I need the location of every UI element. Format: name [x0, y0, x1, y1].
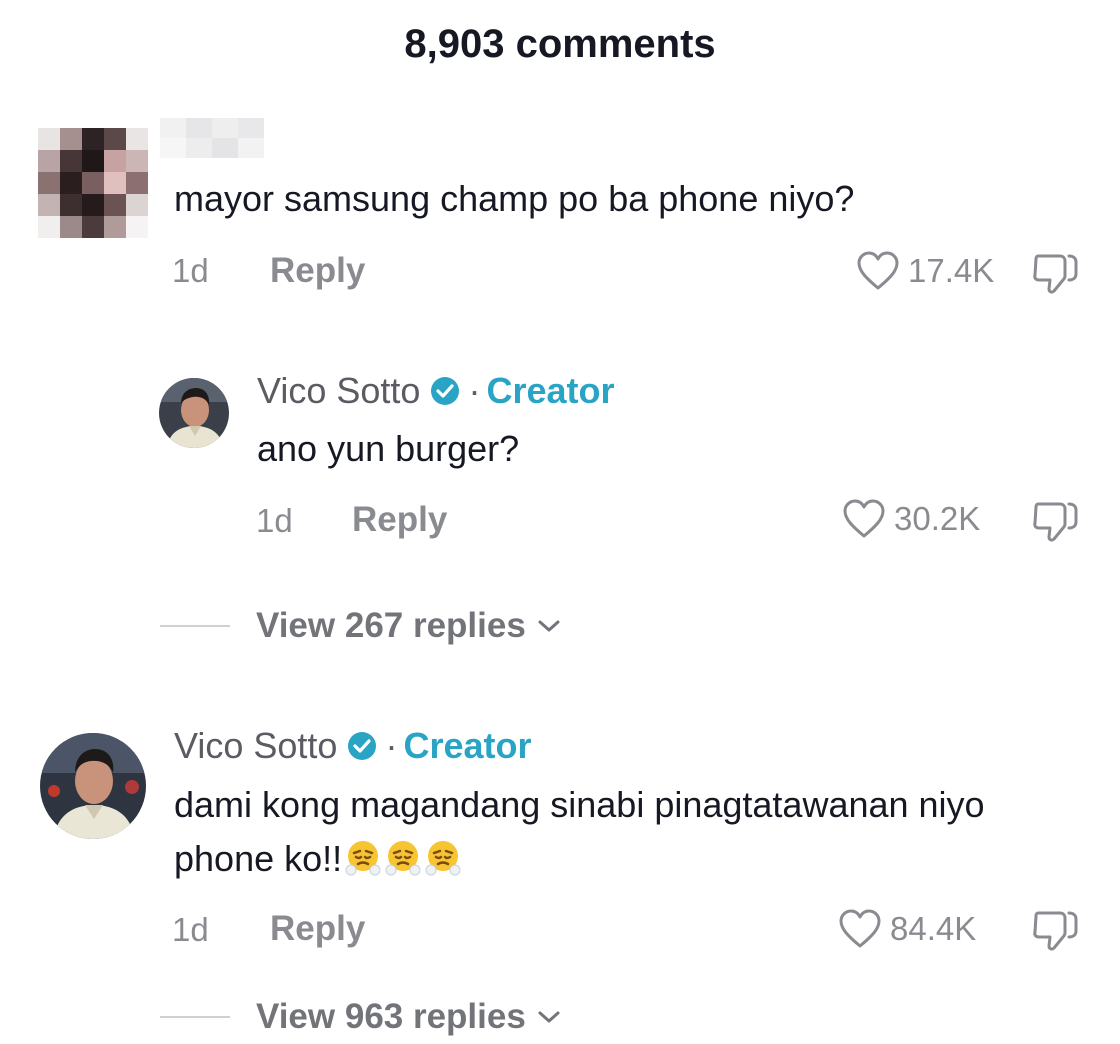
avatar[interactable]: [38, 128, 148, 238]
separator-dot: ·: [385, 725, 398, 766]
chevron-down-icon: [538, 1011, 560, 1023]
profile-photo: [40, 733, 146, 839]
like-count: 17.4K: [908, 252, 995, 289]
dislike-icon: [1033, 254, 1078, 294]
username[interactable]: Vico Sotto: [257, 370, 420, 412]
view-replies-label: View 267 replies: [256, 606, 526, 645]
username-row: Vico Sotto · Creator: [257, 370, 615, 412]
reply-button[interactable]: Reply: [270, 251, 365, 291]
separator-dot: ·: [468, 370, 481, 411]
blurred-username[interactable]: [160, 118, 264, 158]
divider-line: [160, 1016, 230, 1018]
dislike-button[interactable]: [1030, 250, 1080, 301]
comment-text-line: phone ko!!: [174, 838, 462, 880]
heart-icon: [843, 499, 885, 538]
verified-badge-icon: [431, 377, 460, 405]
comment-text: phone ko!!: [174, 838, 343, 879]
like-count: 30.2K: [894, 500, 981, 537]
creator-label: Creator: [403, 725, 532, 766]
like-count: 84.4K: [890, 910, 977, 947]
comment-time: 1d: [172, 911, 209, 948]
like-button[interactable]: 30.2K: [842, 498, 980, 540]
creator-label: Creator: [486, 370, 615, 411]
comment-text-line: dami kong magandang sinabi pinagtatawana…: [174, 784, 985, 825]
divider-line: [160, 625, 230, 627]
like-button[interactable]: 84.4K: [838, 908, 976, 950]
steam-nose-emoji: [345, 841, 381, 876]
like-button[interactable]: 17.4K: [856, 250, 994, 292]
avatar[interactable]: [40, 733, 146, 839]
view-replies-button[interactable]: View 963 replies: [160, 997, 562, 1037]
dislike-icon: [1033, 502, 1078, 542]
heart-icon: [839, 909, 881, 948]
comments-count-title: 8,903 comments: [404, 22, 716, 66]
reply-button[interactable]: Reply: [270, 909, 365, 949]
comment-time: 1d: [256, 502, 293, 539]
reply-button[interactable]: Reply: [352, 500, 447, 540]
username-row: Vico Sotto · Creator: [174, 725, 532, 767]
username[interactable]: Vico Sotto: [174, 725, 337, 767]
dislike-button[interactable]: [1030, 907, 1080, 958]
steam-nose-emoji: [425, 841, 461, 876]
comment-time: 1d: [172, 252, 209, 289]
view-replies-label: View 963 replies: [256, 997, 526, 1036]
steam-nose-emoji: [385, 841, 421, 876]
dislike-button[interactable]: [1030, 498, 1080, 549]
view-replies-button[interactable]: View 267 replies: [160, 606, 562, 646]
comment-text: mayor samsung champ po ba phone niyo?: [174, 178, 855, 219]
profile-photo: [159, 378, 229, 448]
verified-badge-icon: [348, 732, 377, 760]
avatar[interactable]: [159, 378, 229, 448]
dislike-icon: [1033, 911, 1078, 951]
comment-text: ano yun burger?: [257, 428, 520, 469]
heart-icon: [857, 251, 899, 290]
chevron-down-icon: [538, 620, 560, 632]
